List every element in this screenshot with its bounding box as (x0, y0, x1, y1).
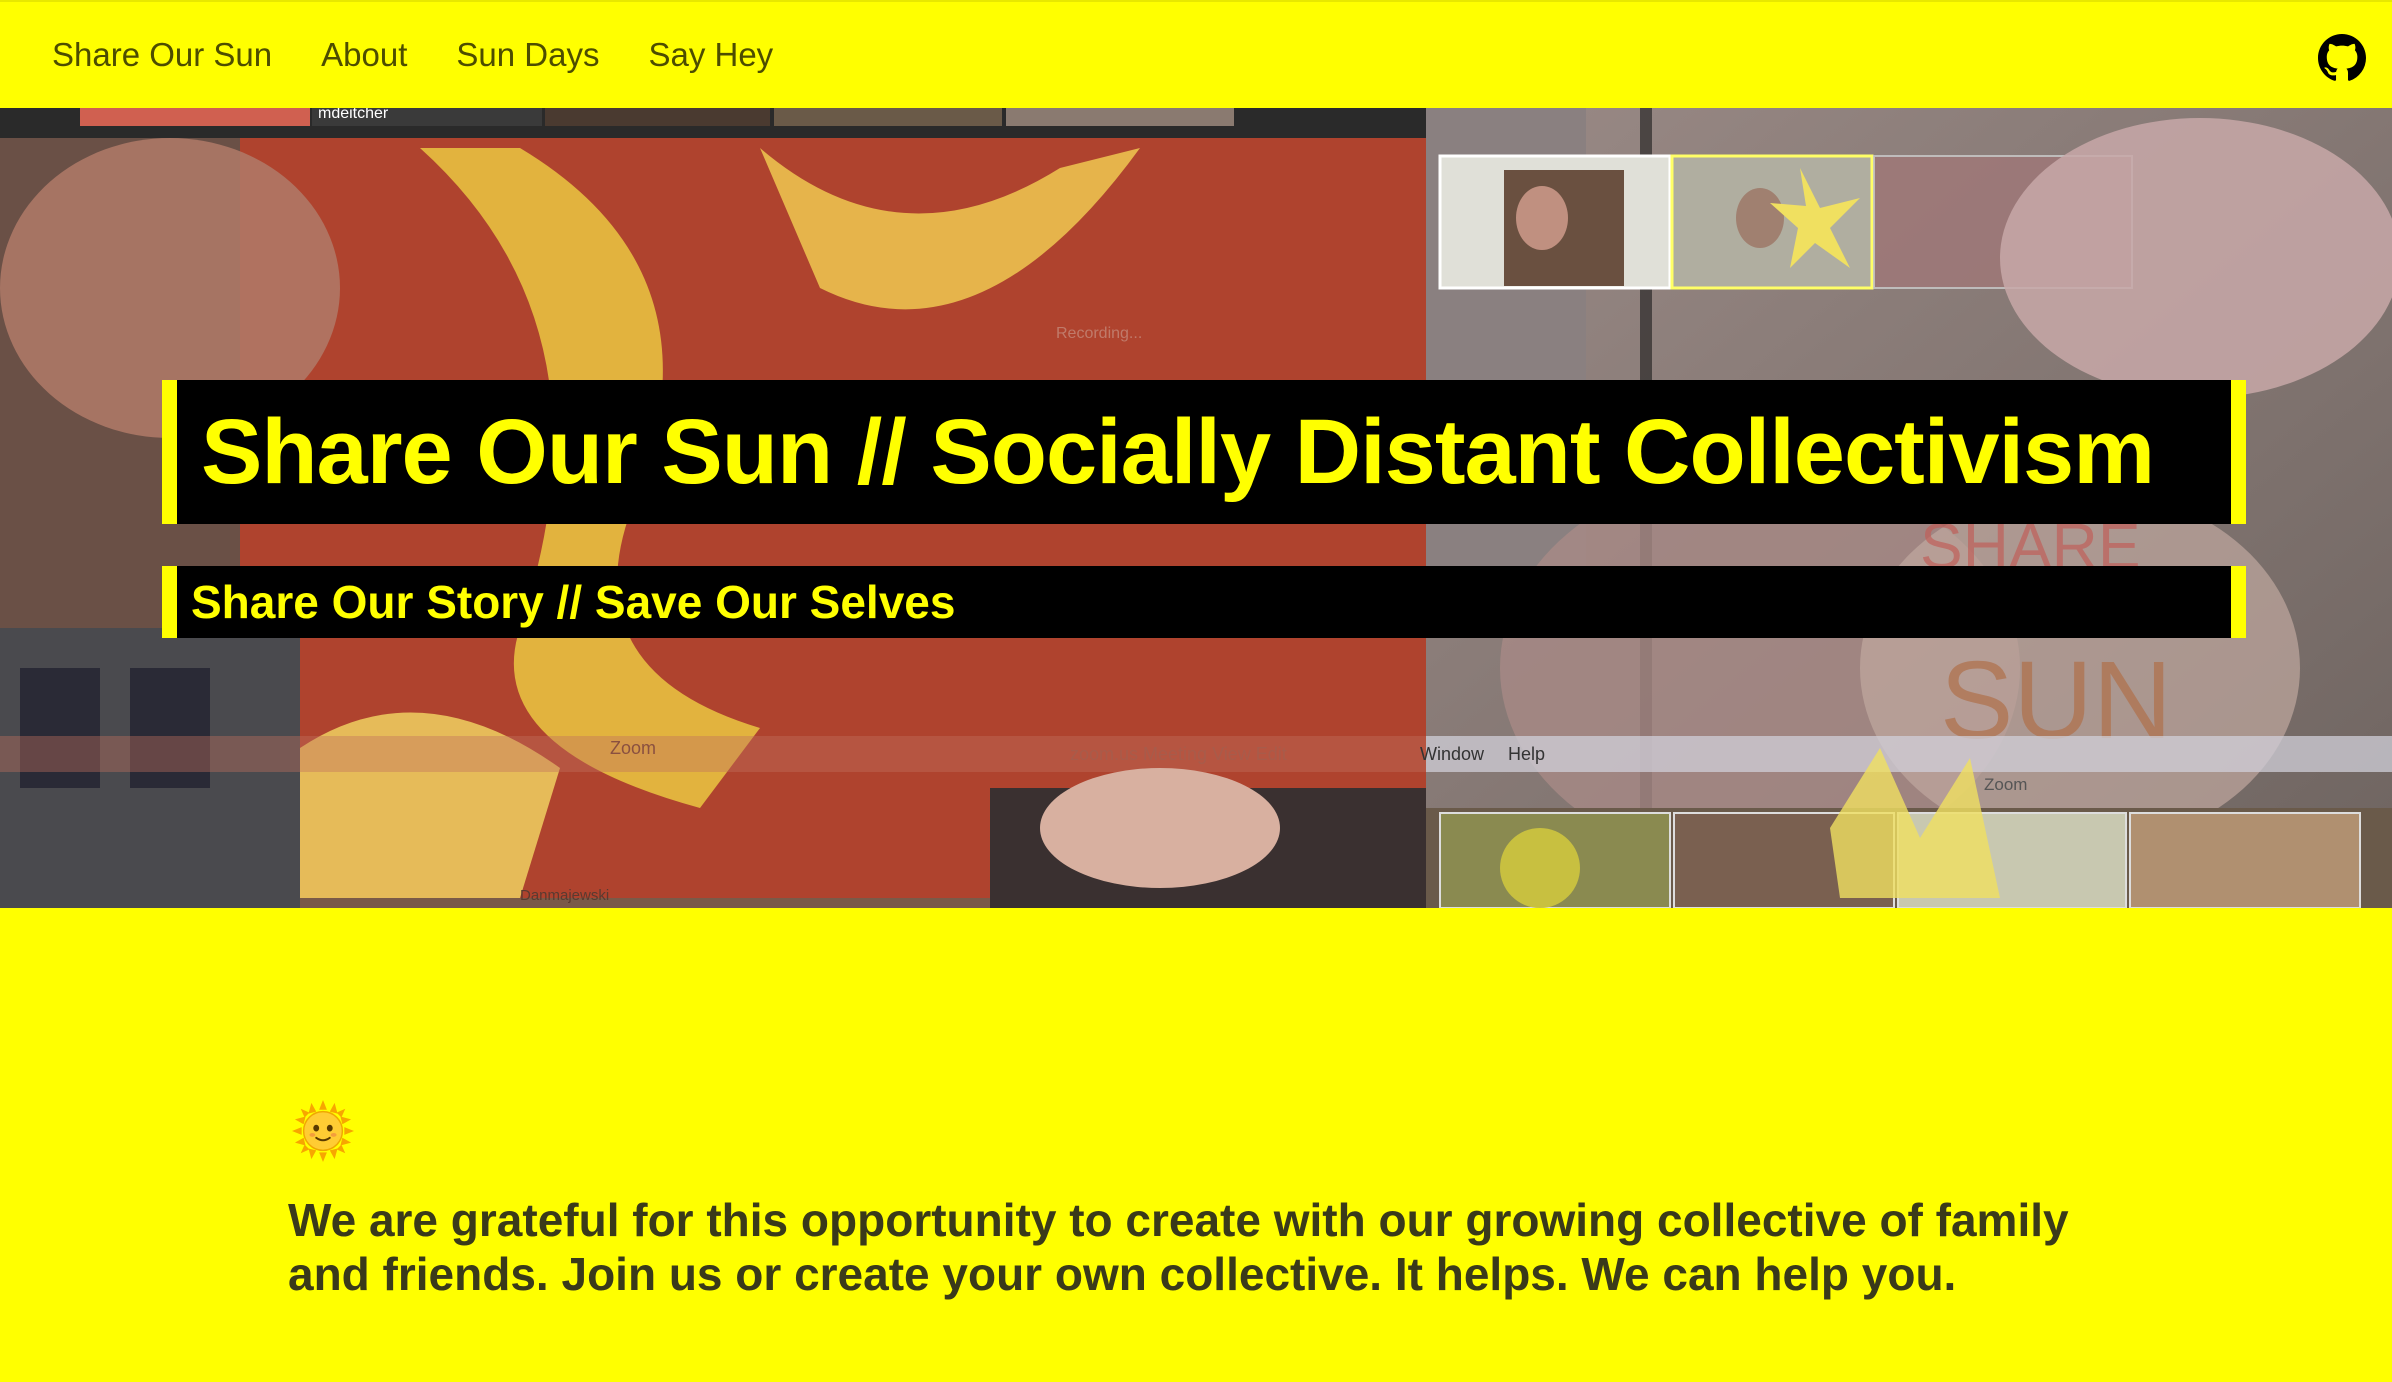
nav-item-sun-days[interactable]: Sun Days (456, 36, 599, 74)
svg-text:zoom.us Meeting View Edit: zoom.us Meeting View Edit (1070, 744, 1287, 764)
svg-text:Window: Window (1420, 744, 1485, 764)
sun-with-face-icon (292, 1100, 354, 1162)
nav-links: Share Our Sun About Sun Days Say Hey (52, 36, 822, 74)
hero-subtitle-bar: Share Our Story // Save Our Selves (162, 566, 2246, 638)
hero-subtitle: Share Our Story // Save Our Selves (191, 576, 956, 628)
nav-item-share-our-sun[interactable]: Share Our Sun (52, 36, 272, 74)
intro-section: We are grateful for this opportunity to … (288, 1100, 2088, 1347)
svg-text:Recording...: Recording... (1056, 325, 1142, 342)
hero-title-bar: Share Our Sun // Socially Distant Collec… (162, 380, 2246, 524)
svg-text:mdeitcher: mdeitcher (318, 108, 389, 122)
top-navbar: Share Our Sun About Sun Days Say Hey (0, 0, 2392, 108)
hero-banner: mdeitcher Zoom Danmajewski Recording... (0, 108, 2392, 908)
nav-item-about[interactable]: About (321, 36, 407, 74)
nav-item-say-hey[interactable]: Say Hey (648, 36, 773, 74)
svg-text:Zoom: Zoom (610, 738, 656, 758)
svg-text:Danmajewski: Danmajewski (520, 887, 609, 904)
svg-text:Zoom: Zoom (1984, 775, 2027, 794)
github-icon[interactable] (2318, 34, 2366, 82)
hero-title: Share Our Sun // Socially Distant Collec… (201, 400, 2155, 503)
svg-text:Help: Help (1508, 744, 1545, 764)
intro-paragraph: We are grateful for this opportunity to … (288, 1194, 2069, 1300)
